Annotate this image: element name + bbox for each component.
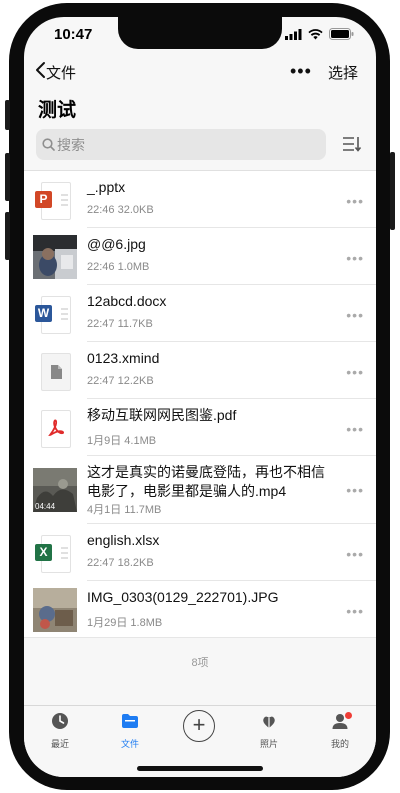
mute-switch <box>5 100 10 130</box>
home-indicator[interactable] <box>137 766 263 771</box>
file-name: english.xlsx <box>87 532 160 548</box>
file-meta: 22:46 32.0KB <box>87 204 154 216</box>
file-name: 0123.xmind <box>87 350 160 366</box>
page-title: 测试 <box>38 100 77 121</box>
doc-lines <box>61 308 68 323</box>
plus-icon: + <box>192 712 206 737</box>
notification-badge <box>345 712 352 719</box>
more-icon[interactable]: ••• <box>346 421 364 437</box>
file-name: _.pptx <box>87 179 126 195</box>
file-name: @@6.jpg <box>87 236 146 252</box>
word-badge: W <box>35 305 52 322</box>
more-icon[interactable]: ••• <box>346 250 364 266</box>
tab-label: 我的 <box>330 739 349 749</box>
file-name: 这才是真实的诺曼底登陆，再也不相信电影了，电影里都是骗人的.mp4 <box>87 464 325 499</box>
notch <box>118 17 282 49</box>
screen: 10:47 文件 ••• 选择 测试 搜索 P _.pptx 22:46 32.… <box>24 17 376 777</box>
video-duration: 04:44 <box>35 502 56 511</box>
list-item[interactable]: W 12abcd.docx 22:47 11.7KB ••• <box>24 285 376 342</box>
file-meta: 1月9日 4.1MB <box>87 435 157 447</box>
sort-icon[interactable] <box>342 135 362 158</box>
doc-lines <box>61 194 68 209</box>
tab-me[interactable]: 我的 <box>310 712 370 750</box>
more-icon[interactable]: ••• <box>346 193 364 209</box>
list-item[interactable]: @@6.jpg 22:46 1.0MB ••• <box>24 228 376 285</box>
row-divider <box>24 637 376 638</box>
file-meta: 22:47 12.2KB <box>87 375 154 387</box>
more-icon[interactable]: ••• <box>346 603 364 619</box>
tab-recent[interactable]: 最近 <box>30 712 90 750</box>
word-icon: W <box>33 292 77 336</box>
wifi-icon <box>308 27 323 45</box>
back-button[interactable]: 文件 <box>34 61 76 83</box>
ppt-badge: P <box>35 191 52 208</box>
folder-icon <box>121 714 139 734</box>
excel-icon: X <box>33 531 77 575</box>
volume-up-button <box>5 153 10 201</box>
excel-badge: X <box>35 544 52 561</box>
volume-down-button <box>5 212 10 260</box>
tab-label: 照片 <box>259 739 278 749</box>
file-list: P _.pptx 22:46 32.0KB ••• @@6.jpg 22:46 … <box>24 171 376 638</box>
doc-lines <box>61 547 68 562</box>
document-sheet <box>41 353 71 391</box>
search-icon <box>42 138 55 151</box>
search-input[interactable]: 搜索 <box>36 129 326 160</box>
more-icon[interactable]: ••• <box>346 364 364 380</box>
file-meta: 22:47 18.2KB <box>87 557 154 569</box>
ppt-icon: P <box>33 178 77 222</box>
photo-thumbnail <box>33 235 77 279</box>
signal-icon <box>285 27 302 45</box>
tab-files[interactable]: 文件 <box>100 712 160 750</box>
tab-label: 最近 <box>50 739 69 749</box>
battery-icon <box>329 27 354 45</box>
file-name: 移动互联网网民图鉴.pdf <box>87 407 237 423</box>
select-button[interactable]: 选择 <box>328 62 358 83</box>
clock-icon <box>51 713 69 734</box>
status-time: 10:47 <box>54 26 93 43</box>
video-thumbnail: 04:44 <box>33 468 77 512</box>
tab-label: 文件 <box>120 739 139 749</box>
list-item[interactable]: 移动互联网网民图鉴.pdf 1月9日 4.1MB ••• <box>24 399 376 456</box>
document-sheet <box>41 410 71 448</box>
more-options-button[interactable]: ••• <box>290 61 312 82</box>
file-name: IMG_0303(0129_222701).JPG <box>87 589 279 605</box>
file-name: 12abcd.docx <box>87 293 167 309</box>
more-icon[interactable]: ••• <box>346 307 364 323</box>
more-icon[interactable]: ••• <box>346 546 364 562</box>
generic-file-icon <box>33 349 77 393</box>
power-button <box>390 152 395 230</box>
file-meta: 1月29日 1.8MB <box>87 617 163 629</box>
file-meta: 4月1日 11.7MB <box>87 504 162 516</box>
list-item[interactable]: P _.pptx 22:46 32.0KB ••• <box>24 171 376 228</box>
back-label: 文件 <box>46 64 77 82</box>
add-button[interactable]: + <box>183 710 215 742</box>
list-item[interactable]: 0123.xmind 22:47 12.2KB ••• <box>24 342 376 399</box>
list-item[interactable]: X english.xlsx 22:47 18.2KB ••• <box>24 524 376 581</box>
file-meta: 22:47 11.7KB <box>87 318 153 330</box>
person-icon <box>331 714 349 734</box>
list-item[interactable]: 04:44 这才是真实的诺曼底登陆，再也不相信电影了，电影里都是骗人的.mp4 … <box>24 456 376 524</box>
list-item[interactable]: IMG_0303(0129_222701).JPG 1月29日 1.8MB ••… <box>24 581 376 638</box>
search-placeholder: 搜索 <box>57 136 85 153</box>
status-icons <box>285 27 354 45</box>
file-meta: 22:46 1.0MB <box>87 261 150 273</box>
chevron-left-icon <box>34 61 46 83</box>
more-icon[interactable]: ••• <box>346 482 364 498</box>
photos-icon <box>260 716 278 734</box>
file-count: 8项 <box>191 657 209 669</box>
pdf-icon <box>33 406 77 450</box>
tab-photos[interactable]: 照片 <box>239 712 299 750</box>
photo-thumbnail <box>33 588 77 632</box>
